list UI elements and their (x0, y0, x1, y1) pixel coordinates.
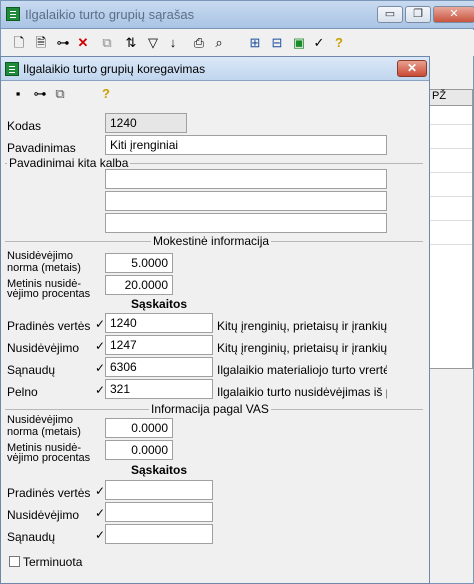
other-lang-section-title: Pavadinimai kita kalba (7, 156, 131, 170)
vas-norm-label-1: Nusidėvėjimo (7, 414, 74, 426)
vas-account-check[interactable]: ✓ (95, 528, 105, 542)
tax-account-desc: Kitų įrenginių, prietaisų ir įrankių įs (217, 319, 387, 333)
tax-account-check[interactable]: ✓ (95, 339, 105, 353)
tax-account-label: Nusidėvėjimo (7, 341, 80, 355)
tax-annual-label-2: vėjimo procentas (7, 288, 91, 300)
kodas-label: Kodas (7, 119, 42, 133)
back-grid: PŽ (429, 89, 473, 369)
vas-account-label: Nusidėvėjimo (7, 508, 80, 522)
tax-account-check[interactable]: ✓ (95, 361, 105, 375)
save-icon[interactable]: ▪ (9, 85, 27, 103)
hierarchy-icon[interactable]: ⊞ (246, 34, 264, 52)
group-icon[interactable]: ⊟ (268, 34, 286, 52)
tax-account-check[interactable]: ✓ (95, 317, 105, 331)
back-toolbar: 🗋 🗎 ⊶ ✕ ⧉ ⇅ ▽ ↓ ⎙ ⌕ ⊞ ⊟ ▣ ✓ ? (2, 30, 474, 56)
tax-norm-label-2: norma (metais) (7, 262, 81, 274)
sort-icon[interactable]: ⇅ (122, 34, 140, 52)
tree-icon[interactable]: ⊶ (54, 34, 72, 52)
copy-icon[interactable]: ⧉ (51, 85, 69, 103)
back-window-title: Ilgalaikio turto grupių sąrašas (25, 7, 195, 22)
pavadinimas-field[interactable]: Kiti įrenginiai (105, 135, 387, 155)
grid-row-line (430, 124, 472, 125)
vas-account-label: Pradinės vertės (7, 486, 91, 500)
grid-header: PŽ (430, 90, 472, 106)
new-doc-icon[interactable]: 🗋 (10, 34, 28, 52)
tax-account-field[interactable]: 6306 (105, 357, 213, 377)
edit-dialog: Ilgalaikio turto grupių koregavimas ✕ ▪ … (0, 56, 430, 584)
minimize-button[interactable]: ▭ (377, 6, 403, 23)
vas-account-field[interactable] (105, 502, 213, 522)
app-icon (6, 7, 20, 21)
tax-account-desc: Kitų įrenginių, prietaisų ir įrankių n (217, 341, 387, 355)
tax-account-field[interactable]: 1247 (105, 335, 213, 355)
tax-account-label: Sąnaudų (7, 363, 56, 377)
vas-account-field[interactable] (105, 524, 213, 544)
filter-icon[interactable]: ▽ (144, 34, 162, 52)
name-lang-1-field[interactable] (105, 169, 387, 189)
tree-icon[interactable]: ⊶ (31, 85, 49, 103)
vas-account-check[interactable]: ✓ (95, 484, 105, 498)
vas-norm-field[interactable]: 0.0000 (105, 418, 173, 438)
help-icon[interactable]: ? (330, 34, 348, 52)
pavadinimas-label: Pavadinimas (7, 141, 76, 155)
checkmark-icon[interactable]: ✓ (310, 34, 328, 52)
help-icon[interactable]: ? (97, 85, 115, 103)
close-button[interactable]: ✕ (433, 6, 474, 23)
dialog-icon (5, 62, 19, 76)
dialog-titlebar[interactable]: Ilgalaikio turto grupių koregavimas ✕ (1, 57, 429, 81)
tax-account-label: Pelno (7, 385, 38, 399)
sort-az-icon[interactable]: ↓ (164, 34, 182, 52)
name-lang-2-field[interactable] (105, 191, 387, 211)
dialog-title: Ilgalaikio turto grupių koregavimas (23, 62, 206, 76)
tax-account-label: Pradinės vertės (7, 319, 91, 333)
grid-row-line (430, 148, 472, 149)
vas-account-label: Sąnaudų (7, 530, 56, 544)
vas-annual-field[interactable]: 0.0000 (105, 440, 173, 460)
vas-norm-label-2: norma (metais) (7, 426, 81, 438)
grid-row-line (430, 172, 472, 173)
terminuota-checkbox[interactable] (9, 556, 20, 567)
dialog-close-button[interactable]: ✕ (397, 60, 427, 77)
tax-norm-label-1: Nusidėvėjimo (7, 250, 74, 262)
terminuota-label: Terminuota (23, 555, 83, 569)
tax-account-field[interactable]: 321 (105, 379, 213, 399)
tax-account-check[interactable]: ✓ (95, 383, 105, 397)
save-group-icon[interactable]: ▣ (290, 34, 308, 52)
grid-row-line (430, 196, 472, 197)
maximize-button[interactable]: ❐ (405, 6, 431, 23)
vas-accounts-header: Sąskaitos (131, 463, 188, 477)
tax-account-field[interactable]: 1240 (105, 313, 213, 333)
back-window-titlebar[interactable]: Ilgalaikio turto grupių sąrašas ▭ ❐ ✕ (1, 1, 474, 29)
name-lang-3-field[interactable] (105, 213, 387, 233)
tax-account-desc: Ilgalaikio turto nusidėvėjimas iš pe (217, 385, 387, 399)
tax-accounts-header: Sąskaitos (131, 297, 188, 311)
delete-icon[interactable]: ✕ (74, 34, 92, 52)
tax-section-title: Mokestinė informacija (151, 234, 272, 248)
grid-row-line (430, 220, 472, 221)
vas-account-field[interactable] (105, 480, 213, 500)
copy-icon[interactable]: ⧉ (98, 34, 116, 52)
kodas-field: 1240 (105, 113, 187, 133)
tax-annual-field[interactable]: 20.0000 (105, 275, 173, 295)
print-icon[interactable]: ⎙ (190, 34, 208, 52)
edit-doc-icon[interactable]: 🗎 (32, 34, 50, 52)
tax-account-desc: Ilgalaikio materialiojo turto vrertės n (217, 363, 387, 377)
grid-row-line (430, 244, 472, 245)
find-icon[interactable]: ⌕ (210, 34, 228, 52)
vas-section-title: Informacija pagal VAS (149, 402, 271, 416)
vas-account-check[interactable]: ✓ (95, 506, 105, 520)
vas-annual-label-2: vėjimo procentas (7, 452, 91, 464)
tax-norm-field[interactable]: 5.0000 (105, 253, 173, 273)
